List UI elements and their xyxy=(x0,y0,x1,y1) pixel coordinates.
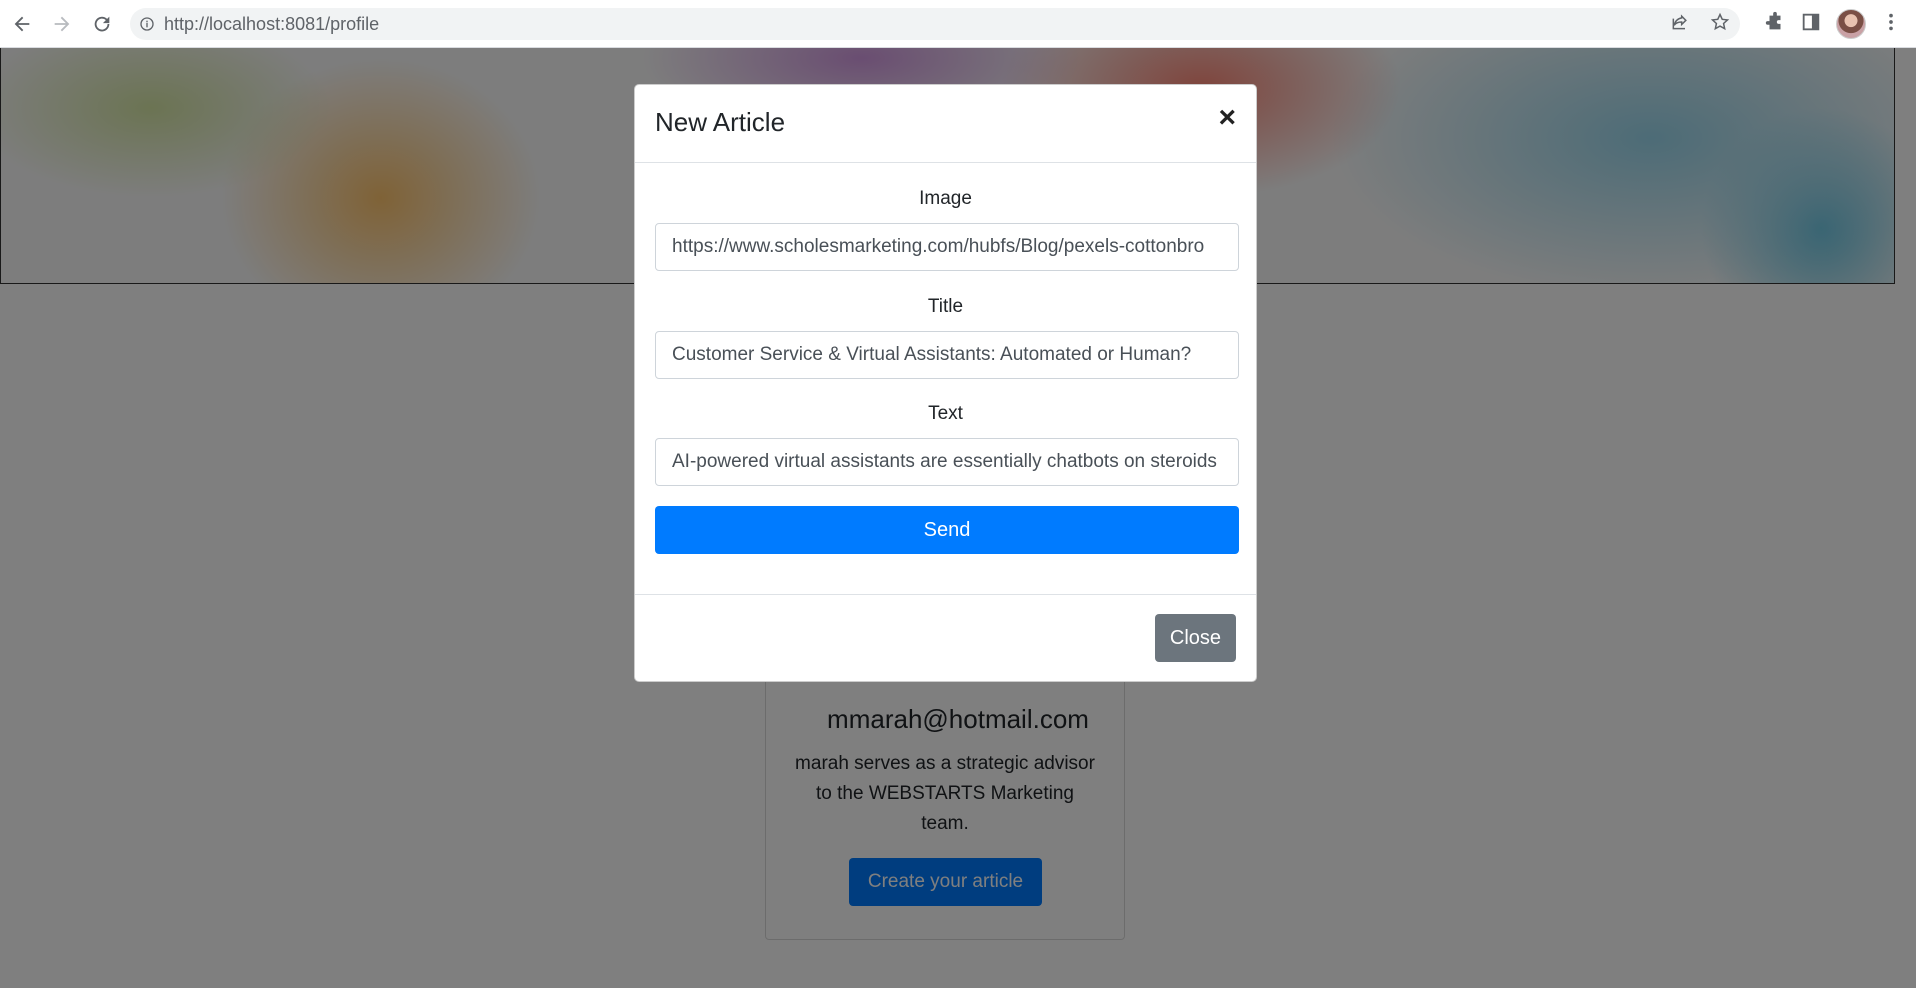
image-label: Image xyxy=(919,188,972,209)
modal-footer: Close xyxy=(635,594,1256,683)
modal-header: New Article × xyxy=(635,85,1256,163)
close-button[interactable]: Close xyxy=(1155,614,1236,662)
text-input[interactable] xyxy=(655,438,1239,486)
image-url-input[interactable] xyxy=(655,223,1239,271)
close-icon[interactable]: × xyxy=(1218,103,1236,133)
title-input[interactable] xyxy=(655,331,1239,379)
modal-title: New Article xyxy=(655,107,786,137)
title-label: Title xyxy=(927,296,964,317)
new-article-modal: New Article × Image Title Text Send Clos… xyxy=(634,84,1257,682)
send-button[interactable]: Send xyxy=(655,506,1239,554)
text-label: Text xyxy=(928,403,963,424)
